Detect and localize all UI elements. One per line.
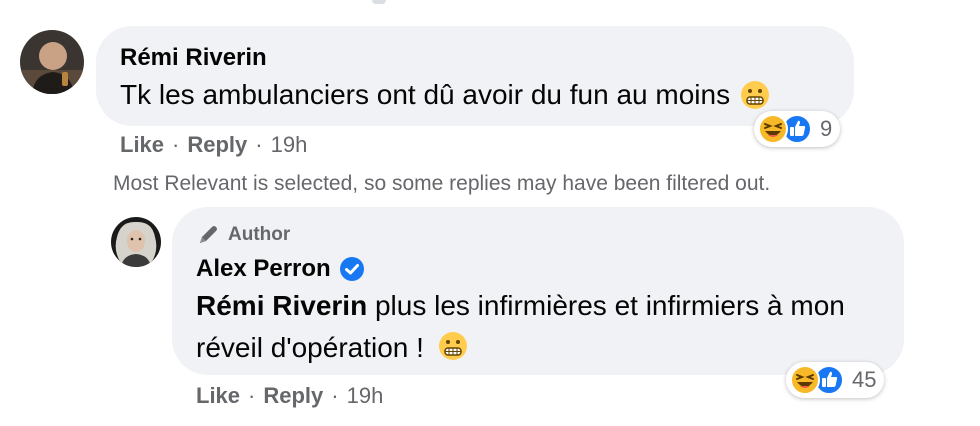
reaction-count: 9 bbox=[820, 116, 833, 141]
reply-text: Rémi Riverin plus les infirmières et inf… bbox=[196, 285, 876, 369]
verified-badge-icon bbox=[339, 256, 365, 282]
cropped-element-top bbox=[372, 0, 386, 4]
reply-button[interactable]: Reply bbox=[263, 383, 323, 409]
reply-bubble: Author Alex Perron Rémi Riverin plus les… bbox=[172, 207, 904, 375]
separator: · bbox=[172, 132, 180, 157]
comment-reactions[interactable]: 9 bbox=[754, 111, 841, 149]
comment-bubble: Rémi Riverin Tk les ambulanciers ont dû … bbox=[96, 26, 854, 126]
grimace-emoji-icon bbox=[740, 80, 770, 110]
reaction-count: 45 bbox=[852, 367, 877, 392]
separator: · bbox=[331, 383, 339, 408]
reply-author-name[interactable]: Alex Perron bbox=[196, 255, 331, 283]
comment-author-name[interactable]: Rémi Riverin bbox=[120, 44, 267, 72]
grimace-emoji-icon bbox=[438, 331, 468, 361]
author-badge: Author bbox=[196, 223, 290, 247]
timestamp[interactable]: 19h bbox=[347, 383, 384, 409]
reply-author-row: Alex Perron bbox=[196, 255, 365, 283]
like-button[interactable]: Like bbox=[120, 132, 164, 158]
avatar[interactable] bbox=[20, 30, 84, 94]
timestamp[interactable]: 19h bbox=[271, 132, 308, 158]
pen-icon bbox=[196, 223, 220, 247]
filter-notice: Most Relevant is selected, so some repli… bbox=[113, 172, 771, 195]
comment-text: Tk les ambulanciers ont dû avoir du fun … bbox=[120, 79, 731, 110]
author-badge-label: Author bbox=[228, 224, 291, 245]
haha-reaction-icon bbox=[758, 114, 788, 149]
separator: · bbox=[248, 383, 256, 408]
comment-actions: Like · Reply · 19h bbox=[120, 132, 307, 158]
haha-reaction-icon bbox=[790, 365, 820, 400]
mention-link[interactable]: Rémi Riverin bbox=[196, 290, 367, 321]
avatar[interactable] bbox=[111, 217, 161, 267]
reply-actions: Like · Reply · 19h bbox=[196, 383, 383, 409]
reply-button[interactable]: Reply bbox=[187, 132, 247, 158]
separator: · bbox=[255, 132, 263, 157]
comment-text-row: Tk les ambulanciers ont dû avoir du fun … bbox=[120, 74, 770, 116]
like-button[interactable]: Like bbox=[196, 383, 240, 409]
reply-reactions[interactable]: 45 bbox=[786, 362, 885, 400]
